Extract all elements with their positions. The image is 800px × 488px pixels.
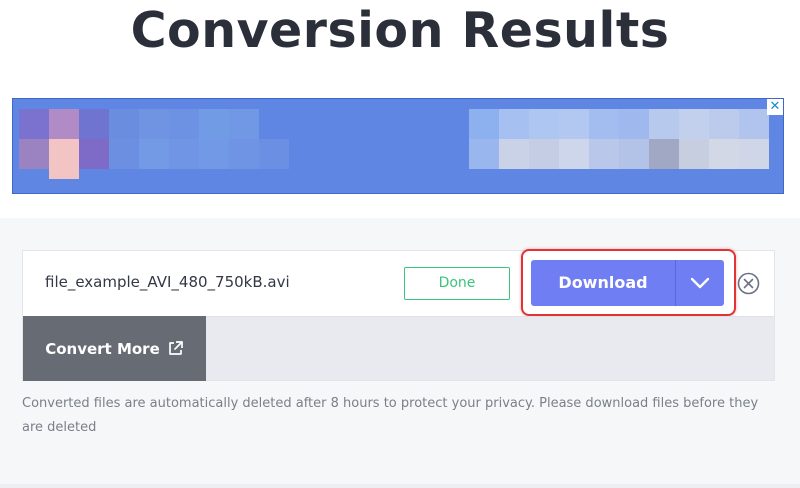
status-badge: Done [404,267,510,300]
ad-pixel [109,139,139,169]
privacy-note: Converted files are automatically delete… [22,396,759,435]
ad-pixel [589,109,619,139]
ad-pixel [529,139,559,169]
ad-pixel [229,109,259,139]
ad-pixel [199,139,229,169]
ad-pixel [619,139,649,169]
ad-pixel [739,109,769,139]
ad-pixel [49,109,79,139]
remove-file-button[interactable] [737,272,760,295]
ad-pixel [709,109,739,139]
download-split-button: Download [531,260,724,306]
ad-pixel [709,139,739,169]
ad-pixel [19,139,49,169]
divider [0,484,800,488]
ad-pixel [139,109,169,139]
ad-pixel [589,139,619,169]
ad-pixel [559,139,589,169]
ad-pixel [619,109,649,139]
ad-pixel [229,139,259,169]
ad-pixel [169,139,199,169]
ad-pixel [679,109,709,139]
ad-pixel [19,109,49,139]
download-options-button[interactable] [676,260,724,306]
ad-pixel [529,109,559,139]
ad-pixel [259,139,289,169]
ad-pixel [649,139,679,169]
chevron-down-icon [690,277,710,289]
page-title: Conversion Results [130,2,670,59]
ad-pixel [739,139,769,169]
ad-pixel [649,109,679,139]
close-circle-icon [737,272,760,295]
convert-more-button[interactable]: Convert More [23,316,206,381]
ad-pixel [679,139,709,169]
ad-pixel [199,109,229,139]
external-link-icon [168,341,183,355]
ad-pixel [79,109,109,139]
ad-pixel [139,139,169,169]
close-icon[interactable]: ✕ [767,99,783,115]
ad-banner[interactable]: ✕ [12,98,784,194]
ad-pixel [79,139,109,169]
convert-more-label: Convert More [45,339,160,358]
ad-pixel [559,109,589,139]
ad-pixel [499,109,529,139]
ad-pixel [469,109,499,139]
ad-pixel [49,139,79,179]
file-name: file_example_AVI_480_750kB.avi [45,273,290,291]
ad-pixel [499,139,529,169]
ad-pixel [469,139,499,169]
ad-pixel [169,109,199,139]
download-button[interactable]: Download [531,260,675,306]
ad-pixel [109,109,139,139]
